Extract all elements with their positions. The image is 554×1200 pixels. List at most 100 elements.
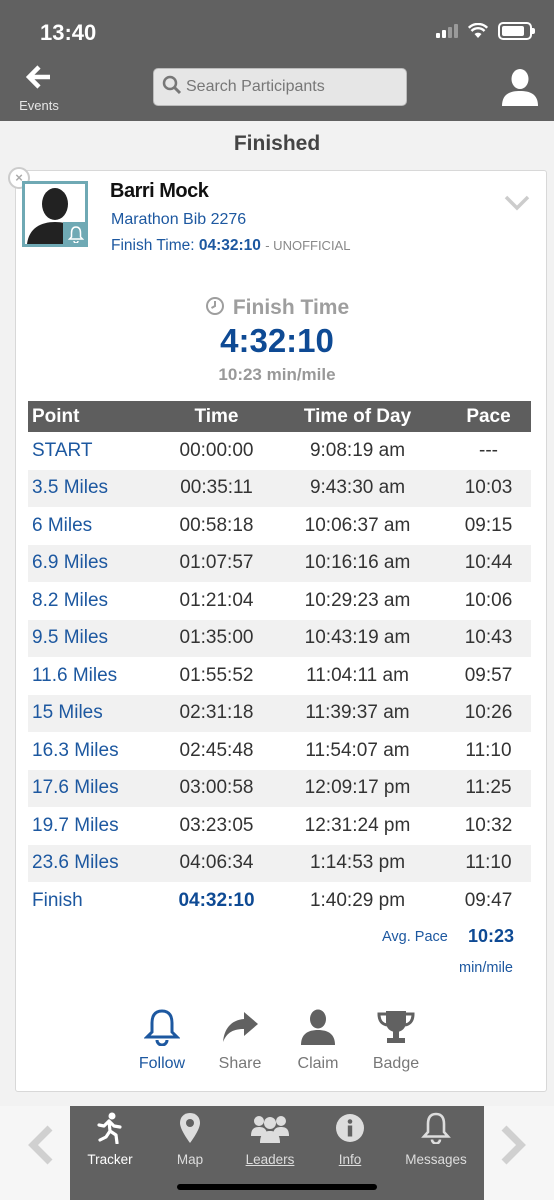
share-arrow-icon bbox=[223, 1012, 258, 1042]
back-button[interactable]: Events bbox=[14, 64, 64, 113]
split-time: 02:31:18 bbox=[164, 694, 269, 732]
expand-button[interactable] bbox=[504, 195, 530, 216]
split-row[interactable]: 6.9 Miles 01:07:57 10:16:16 am 10:44 bbox=[28, 544, 531, 582]
split-point[interactable]: 6.9 Miles bbox=[28, 544, 164, 582]
split-time-of-day: 10:43:19 am bbox=[269, 619, 446, 657]
split-time-of-day: 1:40:29 pm bbox=[309, 889, 406, 911]
split-time-of-day: 10:29:23 am bbox=[304, 589, 411, 611]
split-time: 00:00:00 bbox=[179, 439, 254, 461]
split-time: 01:35:00 bbox=[164, 619, 269, 657]
avg-pace-label: Avg. Pace bbox=[382, 929, 448, 945]
section-title: Finished bbox=[233, 132, 321, 155]
split-point[interactable]: 9.5 Miles bbox=[28, 619, 164, 657]
average-pace: 10:23 min/mile bbox=[218, 365, 336, 384]
split-pace: 09:47 bbox=[464, 889, 513, 911]
finish-time-heading-label: Finish Time bbox=[232, 296, 350, 319]
split-row[interactable]: 17.6 Miles 03:00:58 12:09:17 pm 11:25 bbox=[28, 769, 531, 807]
split-point[interactable]: 3.5 Miles bbox=[28, 469, 164, 507]
split-row[interactable]: 11.6 Miles 01:55:52 11:04:11 am 09:57 bbox=[28, 657, 531, 695]
bell-icon bbox=[421, 1112, 451, 1145]
tab-leaders-label: Leaders bbox=[245, 1152, 295, 1167]
wifi-icon bbox=[468, 23, 488, 38]
participant-bib: Marathon Bib 2276 bbox=[111, 211, 247, 228]
person-icon bbox=[301, 1009, 335, 1045]
battery-icon bbox=[498, 22, 535, 40]
splits-table: Point Time Time of Day Pace START 00:00:0… bbox=[28, 401, 531, 920]
participant-name: Barri Mock bbox=[110, 180, 209, 202]
split-row[interactable]: 3.5 Miles 00:35:11 9:43:30 am 10:03 bbox=[28, 469, 531, 507]
split-row[interactable]: START 00:00:00 9:08:19 am --- bbox=[28, 432, 531, 470]
tab-map[interactable]: Map bbox=[150, 1112, 230, 1167]
split-row[interactable]: 23.6 Miles 04:06:34 1:14:53 pm 11:10 bbox=[28, 844, 531, 882]
split-point[interactable]: 19.7 Miles bbox=[28, 807, 164, 845]
finish-time-line: Finish Time: 04:32:10 - UNOFFICIAL bbox=[111, 237, 350, 255]
tab-info-label: Info bbox=[338, 1152, 362, 1167]
split-pace: 10:03 bbox=[446, 469, 531, 507]
finish-time-big: 4:32:10 bbox=[220, 322, 334, 359]
tab-tracker[interactable]: Tracker bbox=[70, 1112, 150, 1167]
split-row[interactable]: 19.7 Miles 03:23:05 12:31:24 pm 10:32 bbox=[28, 807, 531, 845]
search-icon bbox=[162, 75, 182, 100]
split-point[interactable]: 23.6 Miles bbox=[28, 844, 164, 882]
split-time-of-day: 1:14:53 pm bbox=[269, 844, 446, 882]
split-time-of-day: 12:31:24 pm bbox=[304, 814, 411, 836]
map-pin-icon bbox=[180, 1113, 200, 1143]
search-box[interactable] bbox=[153, 68, 407, 106]
split-row[interactable]: 8.2 Miles 01:21:04 10:29:23 am 10:06 bbox=[28, 582, 531, 620]
split-pace: 10:32 bbox=[464, 814, 513, 836]
status-icons bbox=[436, 22, 535, 40]
split-pace: 10:43 bbox=[446, 619, 531, 657]
split-point[interactable]: 8.2 Miles bbox=[28, 582, 164, 620]
claim-button[interactable]: Claim bbox=[283, 1008, 353, 1073]
split-point[interactable]: START bbox=[28, 432, 164, 470]
column-header-time-of-day: Time of Day bbox=[269, 401, 446, 432]
bell-icon bbox=[67, 226, 84, 243]
follow-bell-badge bbox=[63, 222, 88, 247]
split-time: 01:07:57 bbox=[164, 544, 269, 582]
split-point[interactable]: 11.6 Miles bbox=[28, 657, 164, 695]
claim-label: Claim bbox=[297, 1055, 339, 1072]
split-time-of-day: 9:43:30 am bbox=[269, 469, 446, 507]
split-point[interactable]: 6 Miles bbox=[28, 507, 164, 545]
tab-leaders[interactable]: Leaders bbox=[230, 1112, 310, 1167]
split-row[interactable]: 16.3 Miles 02:45:48 11:54:07 am 11:10 bbox=[28, 732, 531, 770]
split-pace: 09:15 bbox=[464, 514, 513, 536]
split-row[interactable]: Finish 04:32:10 1:40:29 pm 09:47 bbox=[28, 882, 531, 920]
chevron-right-icon bbox=[501, 1125, 526, 1165]
split-row[interactable]: 9.5 Miles 01:35:00 10:43:19 am 10:43 bbox=[28, 619, 531, 657]
back-label: Events bbox=[19, 98, 59, 113]
splits-header-row: Point Time Time of Day Pace bbox=[28, 401, 531, 432]
split-row[interactable]: 6 Miles 00:58:18 10:06:37 am 09:15 bbox=[28, 507, 531, 545]
split-point[interactable]: 15 Miles bbox=[28, 694, 164, 732]
clock-icon bbox=[205, 296, 225, 322]
info-icon bbox=[336, 1114, 364, 1142]
split-time: 04:06:34 bbox=[164, 844, 269, 882]
badge-button[interactable]: Badge bbox=[361, 1008, 431, 1073]
badge-label: Badge bbox=[372, 1055, 420, 1072]
split-time: 03:00:58 bbox=[164, 769, 269, 807]
split-pace: 09:57 bbox=[464, 664, 513, 686]
tab-info[interactable]: Info bbox=[310, 1112, 390, 1167]
finish-time-heading: Finish Time bbox=[0, 296, 554, 322]
previous-arrow[interactable] bbox=[28, 1122, 54, 1176]
user-icon bbox=[502, 69, 538, 106]
split-pace: 10:06 bbox=[464, 589, 513, 611]
search-input[interactable] bbox=[186, 78, 396, 96]
split-time-of-day: 10:06:37 am bbox=[304, 514, 411, 536]
share-label: Share bbox=[218, 1055, 262, 1072]
tab-messages-label: Messages bbox=[405, 1152, 467, 1167]
split-time: 01:55:52 bbox=[179, 664, 254, 686]
follow-button[interactable]: Follow bbox=[127, 1008, 197, 1073]
split-point[interactable]: 17.6 Miles bbox=[28, 769, 164, 807]
tab-messages[interactable]: Messages bbox=[396, 1112, 476, 1167]
split-row[interactable]: 15 Miles 02:31:18 11:39:37 am 10:26 bbox=[28, 694, 531, 732]
bell-icon bbox=[143, 1009, 181, 1047]
next-arrow[interactable] bbox=[500, 1122, 526, 1176]
split-point[interactable]: Finish bbox=[28, 882, 164, 920]
split-point[interactable]: 16.3 Miles bbox=[28, 732, 164, 770]
back-arrow-icon bbox=[14, 64, 64, 96]
avg-pace-unit: min/mile bbox=[459, 960, 513, 976]
profile-button[interactable] bbox=[500, 68, 540, 111]
follow-label: Follow bbox=[138, 1055, 186, 1072]
share-button[interactable]: Share bbox=[205, 1008, 275, 1073]
